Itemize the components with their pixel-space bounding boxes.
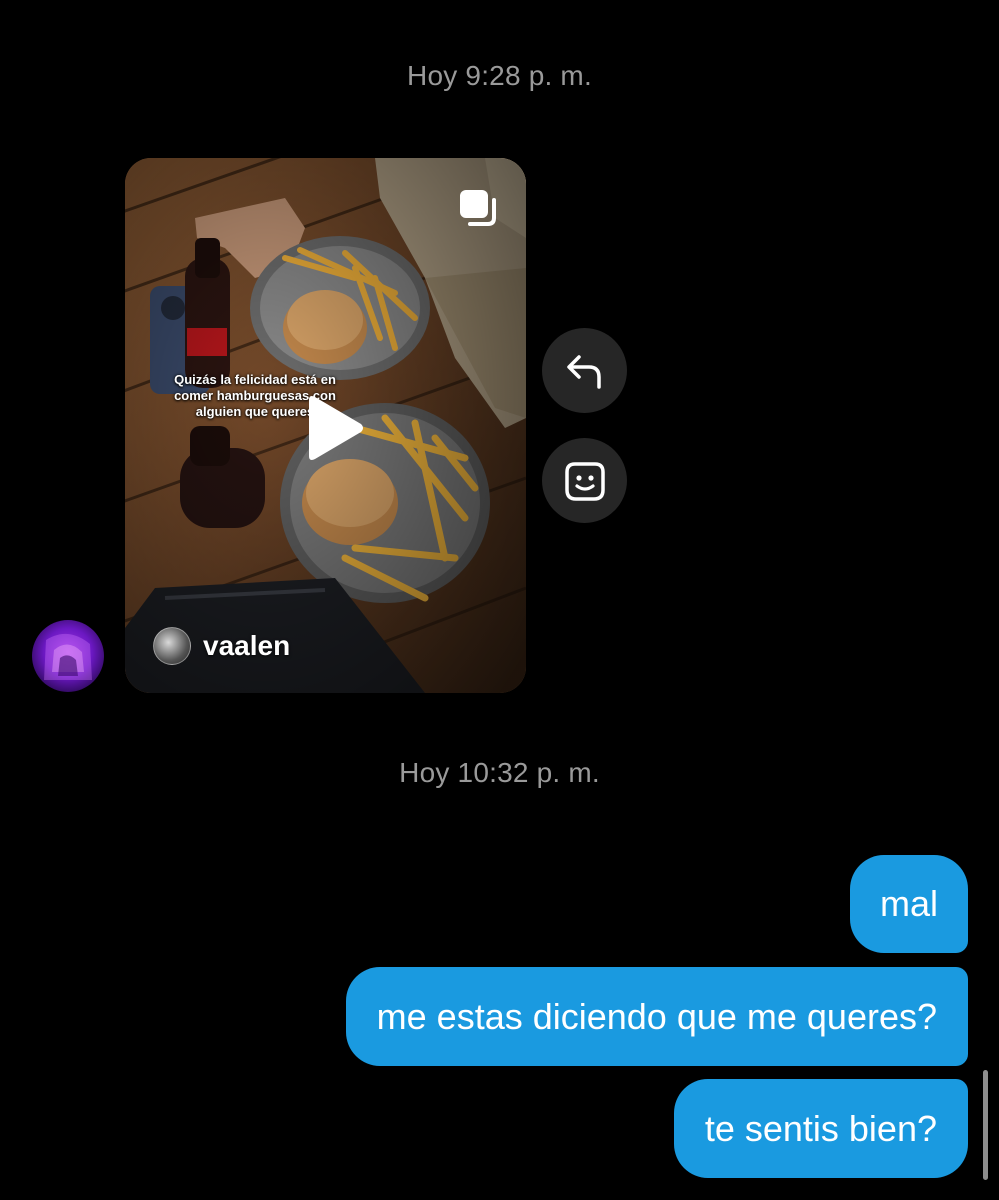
sender-avatar-image <box>44 633 92 680</box>
sent-message[interactable]: te sentis bien? <box>673 1079 968 1178</box>
play-icon[interactable] <box>301 394 365 462</box>
sent-message[interactable]: mal <box>849 855 968 953</box>
reel-author-avatar <box>153 627 191 665</box>
react-button[interactable] <box>542 438 627 523</box>
timestamp-second: Hoy 10:32 p. m. <box>399 757 600 788</box>
reel-author-name: vaalen <box>203 630 291 661</box>
scrollbar[interactable] <box>983 1070 988 1180</box>
smiley-face-icon <box>564 461 605 501</box>
multi-post-icon <box>460 190 496 226</box>
reel-author[interactable]: vaalen <box>153 627 291 665</box>
sender-avatar[interactable] <box>32 620 104 692</box>
timestamp-first: Hoy 9:28 p. m. <box>407 60 592 91</box>
reply-button[interactable] <box>542 328 627 413</box>
reply-arrow-icon <box>566 354 601 389</box>
shared-reel-card[interactable]: Quizás la felicidad está en comer hambur… <box>125 158 526 693</box>
sent-message[interactable]: me estas diciendo que me queres? <box>345 967 968 1066</box>
